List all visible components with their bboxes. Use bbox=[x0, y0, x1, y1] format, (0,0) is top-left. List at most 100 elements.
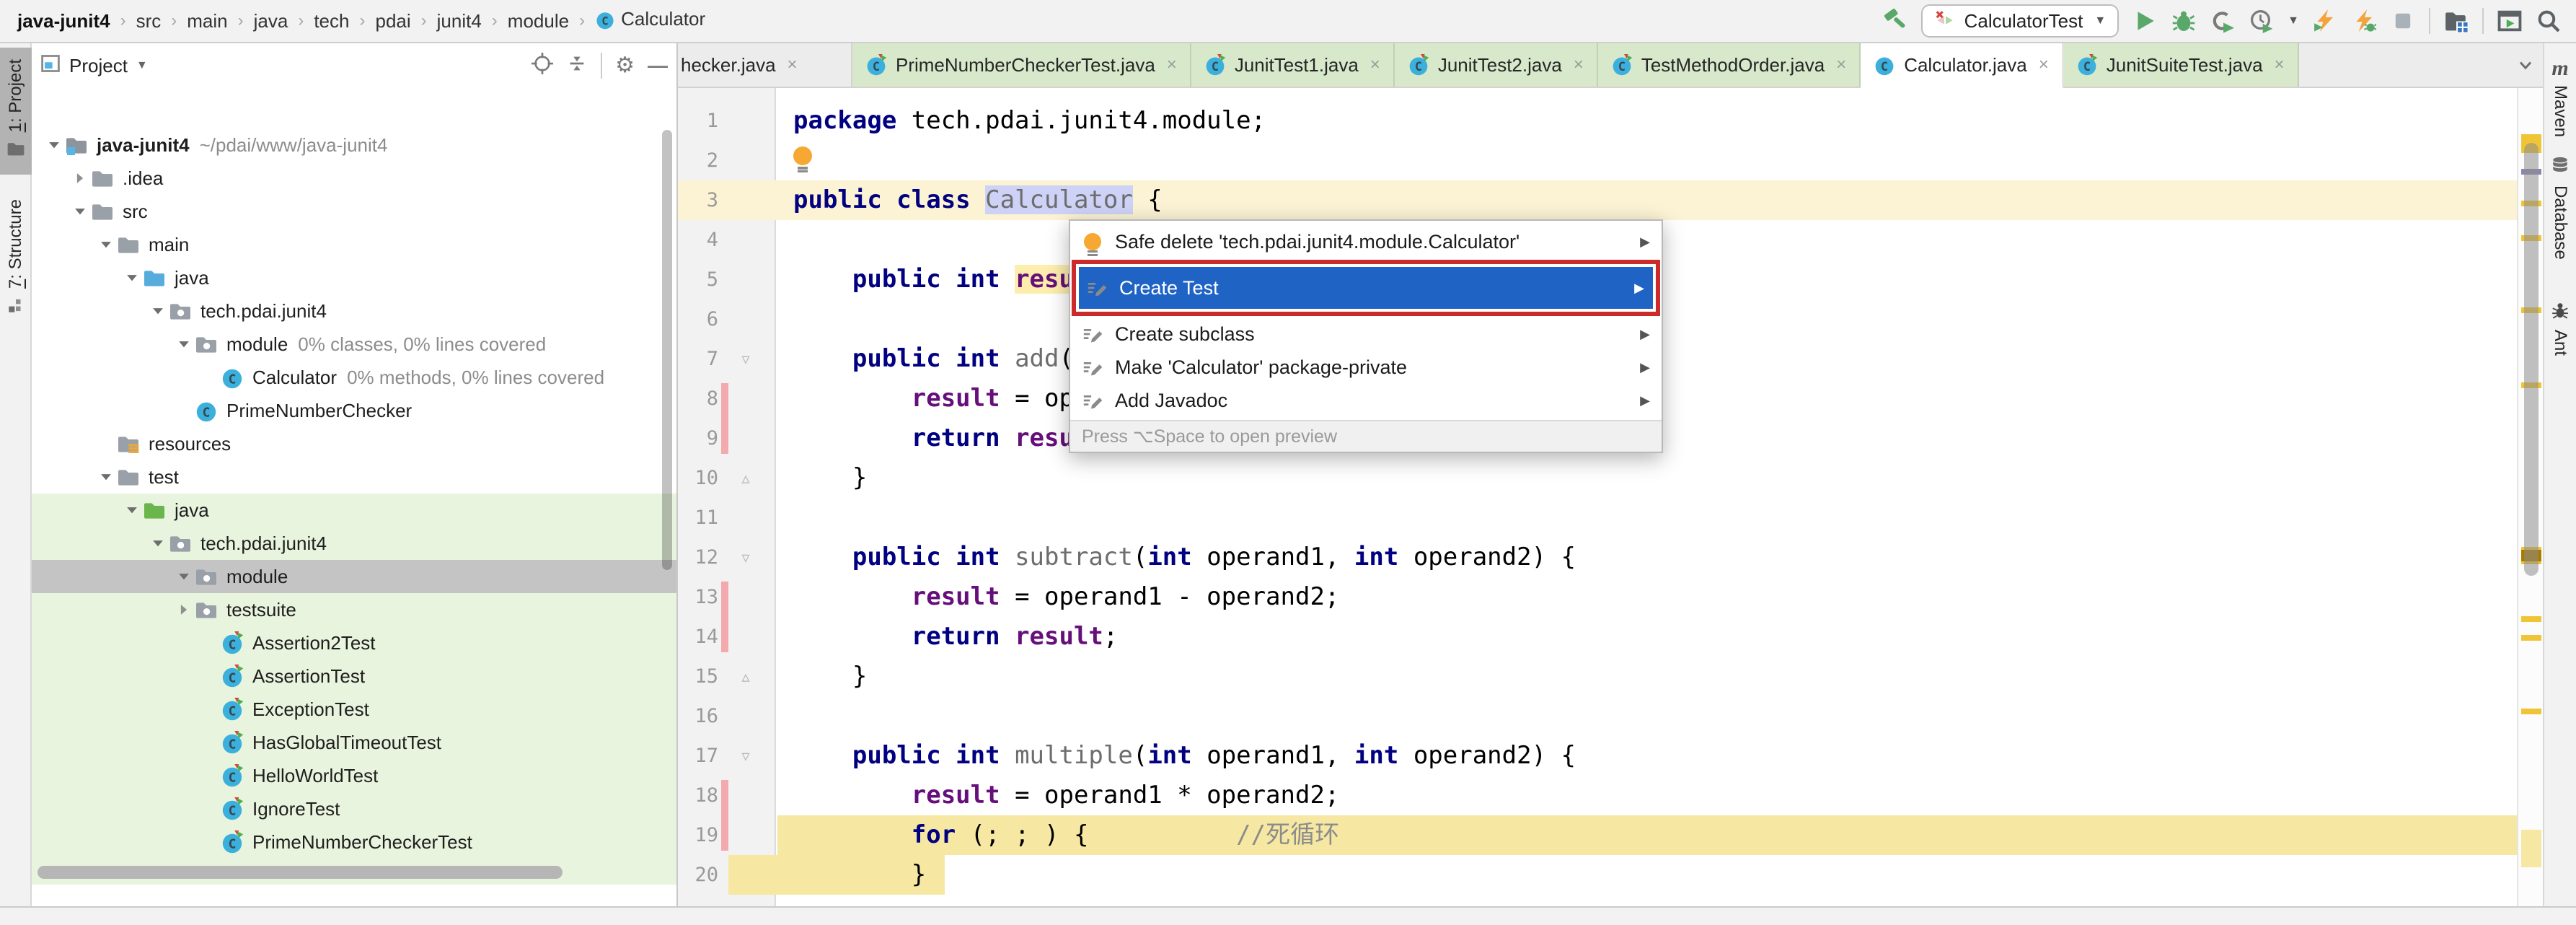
tree-row-tech.pdai.junit4[interactable]: tech.pdai.junit4 bbox=[32, 527, 676, 560]
stripe-mark[interactable] bbox=[2521, 709, 2541, 714]
menu-item-make-calculator-package-private[interactable]: Make 'Calculator' package-private▶ bbox=[1070, 351, 1662, 384]
code-editor[interactable]: 1package tech.pdai.junit4.module;23publi… bbox=[678, 88, 2543, 906]
breadcrumb-item-junit4[interactable]: junit4 bbox=[437, 10, 482, 32]
chevron-down-icon[interactable] bbox=[121, 502, 143, 518]
tree-row-java-junit4[interactable]: java-junit4~/pdai/www/java-junit4 bbox=[32, 128, 676, 162]
tab-JunitTest2.java[interactable]: CJunitTest2.java× bbox=[1395, 43, 1598, 87]
editor-scrollbar[interactable] bbox=[2524, 143, 2538, 576]
tree-horizontal-scrollbar[interactable] bbox=[38, 866, 563, 879]
close-tab-icon[interactable]: × bbox=[1370, 55, 1380, 75]
close-tab-icon[interactable]: × bbox=[2039, 55, 2049, 75]
tree-row-testsuite[interactable]: testsuite bbox=[32, 593, 676, 626]
tool-stripe-button-maven[interactable]: mMaven bbox=[2544, 48, 2576, 146]
chevron-down-icon[interactable] bbox=[69, 203, 91, 219]
menu-item-safe-delete-tech-pdai-junit4-module-calculator-[interactable]: Safe delete 'tech.pdai.junit4.module.Cal… bbox=[1070, 225, 1662, 258]
tree-row-module[interactable]: module0% classes, 0% lines covered bbox=[32, 328, 676, 361]
tab-TestMethodOrder.java[interactable]: CTestMethodOrder.java× bbox=[1598, 43, 1861, 87]
chevron-down-icon[interactable] bbox=[173, 336, 195, 352]
locate-icon[interactable] bbox=[531, 53, 553, 79]
menu-item-create-subclass[interactable]: Create subclass▶ bbox=[1070, 317, 1662, 351]
tab-hecker.java[interactable]: hecker.java× bbox=[678, 43, 852, 87]
tree-row-java[interactable]: java bbox=[32, 494, 676, 527]
debug-with-profiler-icon[interactable] bbox=[2351, 8, 2377, 34]
tree-row-Calculator[interactable]: CCalculator0% methods, 0% lines covered bbox=[32, 361, 676, 394]
fold-marker-icon[interactable]: ▵ bbox=[733, 657, 759, 696]
close-tab-icon[interactable]: × bbox=[1574, 55, 1584, 75]
tree-row-module[interactable]: module bbox=[32, 560, 676, 593]
tab-JunitSuiteTest.java[interactable]: CJunitSuiteTest.java× bbox=[2063, 43, 2299, 87]
menu-item-create-test[interactable]: Create Test▶ bbox=[1072, 260, 1660, 316]
run-with-profiler-icon[interactable] bbox=[2312, 8, 2338, 34]
tool-stripe-button-structure[interactable]: 7: Structure bbox=[0, 188, 32, 331]
error-stripe[interactable] bbox=[2517, 88, 2543, 906]
chevron-right-icon[interactable] bbox=[69, 170, 91, 186]
breadcrumb-item-src[interactable]: src bbox=[136, 10, 162, 32]
run-anything-icon[interactable] bbox=[2497, 8, 2523, 34]
tool-stripe-button-database[interactable]: Database bbox=[2544, 147, 2576, 268]
tree-row-main[interactable]: main bbox=[32, 228, 676, 261]
tree-row-.idea[interactable]: .idea bbox=[32, 162, 676, 195]
breadcrumb-item-java-junit4[interactable]: java-junit4 bbox=[17, 10, 110, 32]
hide-panel-icon[interactable]: — bbox=[648, 54, 668, 77]
chevron-down-icon[interactable] bbox=[43, 137, 65, 153]
breadcrumb-item-Calculator[interactable]: CCalculator bbox=[595, 8, 705, 35]
tab-JunitTest1.java[interactable]: CJunitTest1.java× bbox=[1191, 43, 1395, 87]
close-tab-icon[interactable]: × bbox=[1167, 55, 1177, 75]
debug-icon[interactable] bbox=[2171, 8, 2197, 34]
search-everywhere-icon[interactable] bbox=[2536, 8, 2562, 34]
tool-stripe-button-ant[interactable]: Ant bbox=[2544, 291, 2576, 364]
stripe-mark[interactable] bbox=[2521, 635, 2541, 641]
profiler-chevron-icon[interactable]: ▼ bbox=[2288, 14, 2299, 27]
chevron-down-icon[interactable] bbox=[121, 270, 143, 286]
close-tab-icon[interactable]: × bbox=[2275, 55, 2285, 75]
stripe-mark[interactable] bbox=[2521, 830, 2541, 867]
tree-row-PrimeNumberCheckerTest[interactable]: CPrimeNumberCheckerTest bbox=[32, 825, 676, 859]
collapse-all-icon[interactable] bbox=[566, 53, 588, 79]
panel-title[interactable]: Project bbox=[69, 55, 128, 77]
run-configuration-select[interactable]: CalculatorTest ▼ bbox=[1921, 4, 2120, 38]
chevron-down-icon[interactable] bbox=[147, 535, 169, 551]
tree-row-java[interactable]: java bbox=[32, 261, 676, 294]
build-hammer-icon[interactable] bbox=[1882, 8, 1908, 34]
profiler-icon[interactable] bbox=[2249, 8, 2275, 34]
tree-row-IgnoreTest[interactable]: CIgnoreTest bbox=[32, 792, 676, 825]
tree-row-HasGlobalTimeoutTest[interactable]: CHasGlobalTimeoutTest bbox=[32, 726, 676, 759]
fold-marker-icon[interactable]: ▵ bbox=[733, 458, 759, 498]
tree-row-tech.pdai.junit4[interactable]: tech.pdai.junit4 bbox=[32, 294, 676, 328]
tree-row-ExceptionTest[interactable]: CExceptionTest bbox=[32, 693, 676, 726]
stripe-mark[interactable] bbox=[2521, 616, 2541, 622]
tree-row-AssertionTest[interactable]: CAssertionTest bbox=[32, 659, 676, 693]
chevron-down-icon[interactable] bbox=[173, 569, 195, 584]
breadcrumb-item-tech[interactable]: tech bbox=[314, 10, 349, 32]
project-structure-icon[interactable] bbox=[2443, 8, 2469, 34]
hidden-tabs-chevron-icon[interactable] bbox=[2508, 43, 2543, 87]
chevron-down-icon[interactable]: ▼ bbox=[136, 59, 148, 72]
settings-gear-icon[interactable]: ⚙ bbox=[615, 55, 635, 76]
breadcrumb-item-pdai[interactable]: pdai bbox=[375, 10, 410, 32]
tree-row-Assertion2Test[interactable]: CAssertion2Test bbox=[32, 626, 676, 659]
close-tab-icon[interactable]: × bbox=[1836, 55, 1846, 75]
tree-row-HelloWorldTest[interactable]: CHelloWorldTest bbox=[32, 759, 676, 792]
chevron-right-icon[interactable] bbox=[173, 602, 195, 618]
fold-marker-icon[interactable]: ▿ bbox=[733, 538, 759, 577]
intention-bulb-icon[interactable] bbox=[793, 146, 812, 165]
tree-row-PrimeNumberChecker[interactable]: CPrimeNumberChecker bbox=[32, 394, 676, 427]
tree-row-test[interactable]: test bbox=[32, 460, 676, 494]
fold-marker-icon[interactable]: ▿ bbox=[733, 339, 759, 379]
tool-stripe-button-project[interactable]: 1: Project bbox=[0, 48, 32, 175]
chevron-down-icon[interactable] bbox=[95, 237, 117, 253]
tree-row-resources[interactable]: resources bbox=[32, 427, 676, 460]
tab-PrimeNumberCheckerTest.java[interactable]: CPrimeNumberCheckerTest.java× bbox=[852, 43, 1191, 87]
coverage-icon[interactable] bbox=[2210, 8, 2236, 34]
run-icon[interactable] bbox=[2132, 8, 2158, 34]
menu-item-add-javadoc[interactable]: Add Javadoc▶ bbox=[1070, 384, 1662, 417]
breadcrumb-item-main[interactable]: main bbox=[187, 10, 227, 32]
close-tab-icon[interactable]: × bbox=[788, 55, 798, 75]
fold-marker-icon[interactable]: ▿ bbox=[733, 736, 759, 776]
breadcrumb-item-java[interactable]: java bbox=[254, 10, 288, 32]
tree-row-src[interactable]: src bbox=[32, 195, 676, 228]
chevron-down-icon[interactable] bbox=[95, 469, 117, 485]
chevron-down-icon[interactable] bbox=[147, 303, 169, 319]
tab-Calculator.java[interactable]: CCalculator.java× bbox=[1861, 43, 2063, 88]
tree-vertical-scrollbar[interactable] bbox=[662, 130, 672, 570]
